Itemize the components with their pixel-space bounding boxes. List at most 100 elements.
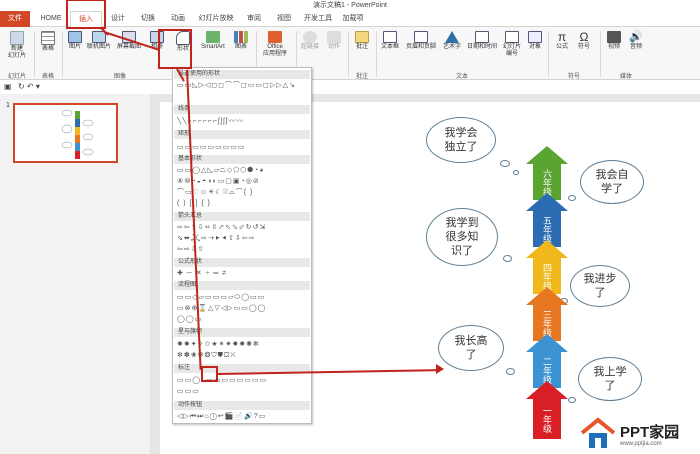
section-lines: 线条 [174,105,310,114]
omega-icon: Ω [579,30,589,44]
shapes-action-buttons[interactable]: ◁▷⏮⏭⌂ⓘ↩🎬📄🔊?▭ [177,412,309,421]
cloud-callout-3[interactable]: 我学到 很多知 识了 [426,208,498,266]
equation-label: 公式 [555,44,568,50]
shapes-recent[interactable]: ▭▭◺▷◁◻◻⌒⌒◻▭▭◻▷▷△↘ [177,81,309,90]
cloud-callout-4[interactable]: 我进步 了 [570,265,630,307]
tab-review[interactable]: 审阅 [240,11,268,27]
divider [376,31,377,77]
textbox-button[interactable]: 文本框 [378,31,402,51]
grade-arrowhead [526,381,568,399]
object-label: 对象 [528,44,541,50]
slide-number-icon [505,31,519,43]
chart-button[interactable]: 图表 [232,31,250,51]
picture-icon [68,31,82,43]
highlight-shapes-button [158,29,192,69]
video-icon [607,31,621,43]
shapes-arrows-row2[interactable]: ⇘⬌⤸⤹⇨⇢⯈⯇⇧⇩⇦⇨ [177,234,309,243]
shapes-lines[interactable]: ╲╲⌐⌐⌐⌐⌐⌐ʃʃʃʃ〰〰 [177,117,309,126]
tab-design[interactable]: 设计 [104,11,132,27]
tab-animations[interactable]: 动画 [164,11,192,27]
thumb-step [75,151,80,159]
shapes-callouts-row2[interactable]: ▭▭▭ [177,387,309,396]
action-button[interactable]: 动作 [324,31,344,51]
cloud-callout-6[interactable]: 我上学 了 [578,357,642,401]
thumbnail-preview [61,109,94,159]
section-stars: 星与旗帜 [174,328,310,337]
thumb-step [75,127,80,135]
grade-arrowhead [526,240,568,258]
grade-1[interactable]: 一年级 [533,399,561,439]
picture-button[interactable]: 图片 [66,31,84,51]
tab-view[interactable]: 视图 [270,11,298,27]
tab-slideshow[interactable]: 幻灯片放映 [194,11,238,27]
thumb-step [75,119,80,127]
divider [62,31,63,77]
table-button[interactable]: 表格 [38,31,58,53]
shapes-basic-row2[interactable]: ⑧⑩◔◒◓◑◐▭▢▣◔◎⊘ [177,177,309,186]
pi-icon: π [557,30,567,44]
group-label-slides: 幻灯片 [7,74,26,80]
grade-arrowhead [526,193,568,211]
slide-thumbnail[interactable] [13,103,118,163]
hyperlink-button[interactable]: 超链接 [298,31,322,51]
shapes-stars-row2[interactable]: ✼✽❀❁❂⛉⛊⛋⛌ [177,351,309,360]
tab-developer[interactable]: 开发工具 [300,11,336,27]
textbox-icon [383,31,397,43]
shapes-arrows-row1[interactable]: ⇨⇦⇧⇩⬄⇳⬀⬁⬂⬃↻↺⇲ [177,223,309,232]
comment-button[interactable]: 批注 [352,31,372,51]
wordart-label: 艺术字 [442,44,461,50]
video-button[interactable]: 视频 [604,31,624,51]
section-recent: 最近使用的形状 [174,70,310,79]
shapes-basic-row3[interactable]: ⌒▭♡☺☀☾⛆⌓⌒{ } [177,188,309,197]
shapes-rectangles[interactable]: ▭▭▭▭▭▭▭▭▭ [177,143,309,152]
datetime-button[interactable]: 日期和时间 [466,31,498,51]
section-flowchart: 流程图 [174,281,310,290]
grade-arrowhead [526,146,568,164]
new-slide-button[interactable]: 新建 幻灯片 [4,31,30,60]
slide-number: 1 [6,102,10,109]
logo-brand: PPT家园 [620,424,680,441]
slide-number-button[interactable]: 幻灯片 编号 [500,31,524,58]
group-label-comments: 批注 [355,74,368,80]
smartart-button[interactable]: SmartArt [198,31,228,51]
chart-icon [234,31,248,43]
save-icon[interactable]: ▣ [4,82,12,91]
online-picture-label: 联机图片 [86,44,111,50]
cloud-callout-2[interactable]: 我会自 学了 [580,160,644,204]
shapes-basic-row1[interactable]: ▭▭◯△◺▱⏢◇⬠⬡⯃◔◕ [177,166,309,175]
audio-button[interactable]: 🔊 音频 [626,31,646,51]
cloud-text: 我学会 独立了 [444,127,478,153]
thumb-step [75,135,80,143]
video-label: 视频 [607,44,620,50]
object-button[interactable]: 对象 [526,31,544,51]
ribbon: 新建 幻灯片 表格 图片 联机图片 屏幕截图 相册 形状 SmartArt 图表… [0,27,700,80]
house-logo-icon [580,417,616,448]
smartart-label: SmartArt [201,44,225,50]
thumb-cloud [61,124,73,134]
cloud-puff [568,195,576,201]
tab-home[interactable]: HOME [34,11,68,27]
tab-transitions[interactable]: 切换 [134,11,162,27]
tab-file[interactable]: 文件 [0,11,30,27]
thumb-cloud [82,148,94,156]
cloud-puff [506,368,515,375]
wordart-button[interactable]: 艺术字 [440,31,464,51]
tab-addins[interactable]: 加载项 [338,11,368,27]
symbol-button[interactable]: Ω 符号 [574,31,594,51]
logo-url: www.pptjia.com [620,441,662,447]
shapes-basic-row4[interactable]: ( ) [ ] { } [177,199,309,208]
office-apps-button[interactable]: Office 应用程序 [258,31,292,58]
shapes-stars-row1[interactable]: ✹✹✦✧✩★✶✷✸✹✺✻ [177,340,309,349]
header-footer-button[interactable]: 页眉和页脚 [404,31,438,51]
cloud-callout-1[interactable]: 我学会 独立了 [426,117,496,163]
quick-access-toolbar: ▣ ↻ ↶ ▾ [0,80,700,94]
grade-arrowhead [526,287,568,305]
equation-button[interactable]: π 公式 [552,31,572,51]
shapes-callouts-row1[interactable]: ▭▭◯◌▭▭▭▭▭▭▭▭ [177,376,309,385]
slide-thumbnails-panel: 1 [0,94,150,454]
cloud-callout-5[interactable]: 我长高 了 [438,325,504,371]
comment-icon [355,31,369,43]
header-footer-icon [414,31,428,43]
qat-icons[interactable]: ↻ ↶ ▾ [18,82,40,91]
shapes-arrows-row3[interactable]: ⇦⇨⇩⇧ [177,245,309,254]
